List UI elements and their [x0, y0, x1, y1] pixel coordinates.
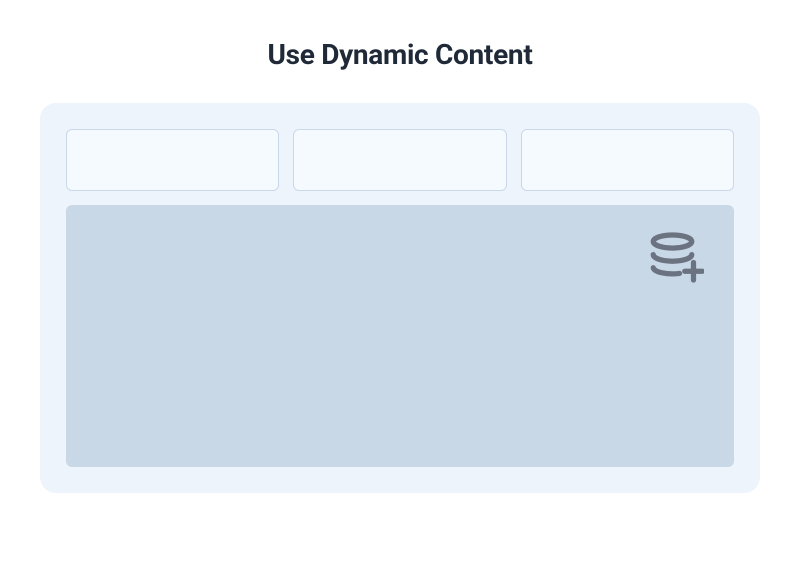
content-panel: [40, 103, 760, 493]
page-title: Use Dynamic Content: [40, 38, 760, 71]
content-area: [66, 205, 734, 467]
content-card[interactable]: [66, 129, 279, 191]
database-plus-icon[interactable]: [648, 231, 704, 287]
cards-row: [66, 129, 734, 191]
content-card[interactable]: [293, 129, 506, 191]
content-card[interactable]: [521, 129, 734, 191]
page-container: Use Dynamic Content: [0, 38, 800, 493]
